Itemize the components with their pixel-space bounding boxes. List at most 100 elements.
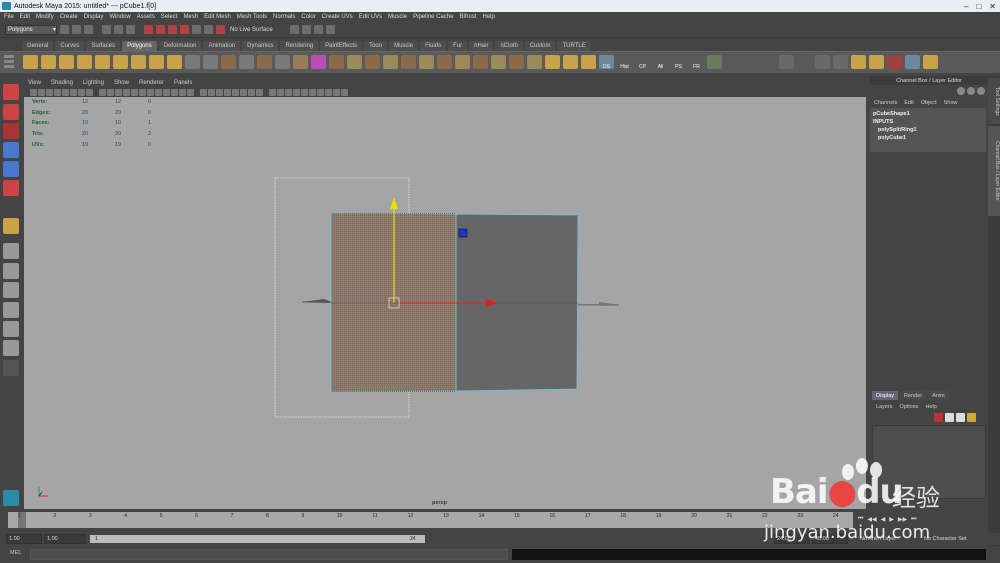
- close-icon[interactable]: ✕: [989, 2, 996, 11]
- menu-color[interactable]: Color: [301, 14, 315, 20]
- viewport-persp[interactable]: Verts: 12 12 0 Edges: 20 20 0 Faces: 10 10 1 Tris: 20…: [24, 97, 866, 509]
- viewport-tool-icon[interactable]: [256, 88, 263, 96]
- paint-select-icon[interactable]: [3, 123, 19, 139]
- scale-tool-icon[interactable]: [3, 180, 19, 196]
- viewport-tool-icon[interactable]: [269, 88, 276, 96]
- shelf-tool-icon[interactable]: [563, 55, 578, 69]
- viewport-menu-view[interactable]: View: [28, 80, 41, 86]
- menu-assets[interactable]: Assets: [137, 14, 155, 20]
- shelf-tool-icon[interactable]: [365, 55, 380, 69]
- range-start-field[interactable]: 1.00: [44, 534, 86, 544]
- range-slider[interactable]: 1 24: [90, 535, 425, 543]
- viewport-tool-icon[interactable]: [232, 88, 239, 96]
- shelf-tool-icon[interactable]: [761, 55, 776, 69]
- new-layer-selected-icon[interactable]: [934, 413, 943, 422]
- shelf-tool-icon[interactable]: [779, 55, 794, 69]
- snap-view-icon[interactable]: [180, 25, 189, 34]
- shelf-tool-icon[interactable]: [455, 55, 470, 69]
- viewport-tool-icon[interactable]: [107, 88, 114, 96]
- new-layer-icon[interactable]: [945, 413, 954, 422]
- cb-layout-icon[interactable]: [977, 87, 985, 95]
- shelf-menu-icon[interactable]: [4, 55, 16, 69]
- cb-toggle-icon[interactable]: [957, 87, 965, 95]
- shelf-tool-icon[interactable]: [581, 55, 596, 69]
- layer-options-icon[interactable]: [956, 413, 965, 422]
- menu-bifrost[interactable]: Bifrost: [459, 14, 476, 20]
- menu-window[interactable]: Window: [109, 14, 130, 20]
- maximize-icon[interactable]: □: [976, 2, 981, 11]
- shelf-tool-icon[interactable]: [491, 55, 506, 69]
- shelf-tool-icon[interactable]: [725, 55, 740, 69]
- viewport-tool-icon[interactable]: [240, 88, 247, 96]
- viewport-tool-icon[interactable]: [155, 88, 162, 96]
- start-time-field[interactable]: 1.00: [6, 534, 42, 544]
- viewport-tool-icon[interactable]: [187, 88, 194, 96]
- viewport-tool-icon[interactable]: [325, 88, 332, 96]
- cb-menu-channels[interactable]: Channels: [874, 100, 897, 106]
- shelf-tool-icon[interactable]: [149, 55, 164, 69]
- menu-mesh-tools[interactable]: Mesh Tools: [237, 14, 267, 20]
- shelf-tool-icon[interactable]: [257, 55, 272, 69]
- viewport-tool-icon[interactable]: [62, 88, 69, 96]
- layer-tab-anim[interactable]: Anim: [928, 391, 949, 400]
- render-view-icon[interactable]: [289, 25, 299, 34]
- viewport-tool-icon[interactable]: [54, 88, 61, 96]
- shelf-tool-icon[interactable]: [347, 55, 362, 69]
- shelf-tool-icon[interactable]: [815, 55, 830, 69]
- viewport-tool-icon[interactable]: [70, 88, 77, 96]
- menu-mesh[interactable]: Mesh: [183, 14, 198, 20]
- shelf-tool-icon[interactable]: DS: [599, 55, 614, 70]
- shelf-tool-icon[interactable]: [329, 55, 344, 69]
- select-tool-icon[interactable]: [3, 84, 19, 100]
- menu-file[interactable]: File: [4, 14, 14, 20]
- layout-graph-icon[interactable]: [3, 321, 19, 337]
- cb-shape-name[interactable]: pCubeShape1: [873, 110, 983, 118]
- shelf-tool-icon[interactable]: [545, 55, 560, 69]
- cb-menu-object[interactable]: Object: [921, 100, 937, 106]
- magnet-icon[interactable]: [204, 25, 213, 34]
- command-input[interactable]: [30, 549, 508, 560]
- viewport-menu-show[interactable]: Show: [114, 80, 129, 86]
- shelf-tab-curves[interactable]: Curves: [55, 41, 85, 51]
- viewport-tool-icon[interactable]: [200, 88, 207, 96]
- shelf-tab-dynamics[interactable]: Dynamics: [242, 41, 279, 51]
- viewport-tool-icon[interactable]: [317, 88, 324, 96]
- viewport-tool-icon[interactable]: [139, 88, 146, 96]
- cb-input-node[interactable]: polyCube1: [878, 134, 983, 142]
- shelf-tool-icon[interactable]: [203, 55, 218, 69]
- layout-persp-outliner-icon[interactable]: [3, 302, 19, 318]
- shelf-tab-fur[interactable]: Fur: [448, 41, 468, 51]
- viewport-tool-icon[interactable]: [171, 88, 178, 96]
- shelf-tool-icon[interactable]: [833, 55, 848, 69]
- viewport-tool-icon[interactable]: [341, 88, 348, 96]
- layout-single-icon[interactable]: [3, 243, 19, 259]
- shelf-tab-fluids[interactable]: Fluids: [420, 41, 447, 51]
- layer-menu-layers[interactable]: Layers: [876, 404, 893, 410]
- cb-menu-edit[interactable]: Edit: [904, 100, 913, 106]
- menuset-dropdown[interactable]: Polygons ▾: [5, 24, 57, 35]
- cb-settings-icon[interactable]: [967, 87, 975, 95]
- layout-hypershade-icon[interactable]: [3, 340, 19, 356]
- layout-four-icon[interactable]: [3, 263, 19, 279]
- layer-menu-help[interactable]: Help: [925, 404, 936, 410]
- viewport-menu-shading[interactable]: Shading: [51, 80, 73, 86]
- shelf-tool-icon[interactable]: PS: [671, 55, 686, 70]
- shelf-tool-icon[interactable]: [185, 55, 200, 69]
- select-hierarchy-icon[interactable]: [102, 25, 111, 34]
- viewport-tool-icon[interactable]: [123, 88, 130, 96]
- shelf-tool-icon[interactable]: [95, 55, 110, 69]
- shelf-tool-icon[interactable]: Hist: [617, 55, 632, 70]
- make-live-icon[interactable]: [192, 25, 201, 34]
- menu-normals[interactable]: Normals: [273, 14, 295, 20]
- shelf-tool-icon[interactable]: FR: [689, 55, 704, 70]
- shelf-tab-toon[interactable]: Toon: [364, 41, 388, 51]
- shelf-tool-icon[interactable]: [113, 55, 128, 69]
- shelf-tab-rendering[interactable]: Rendering: [280, 41, 319, 51]
- menu-edit-uvs[interactable]: Edit UVs: [359, 14, 382, 20]
- snap-point-icon[interactable]: [168, 25, 177, 34]
- viewport-tool-icon[interactable]: [248, 88, 255, 96]
- shelf-tool-icon[interactable]: [311, 55, 326, 69]
- new-scene-icon[interactable]: [60, 25, 69, 34]
- viewport-tool-icon[interactable]: [99, 88, 106, 96]
- shelf-tool-icon[interactable]: [131, 55, 146, 69]
